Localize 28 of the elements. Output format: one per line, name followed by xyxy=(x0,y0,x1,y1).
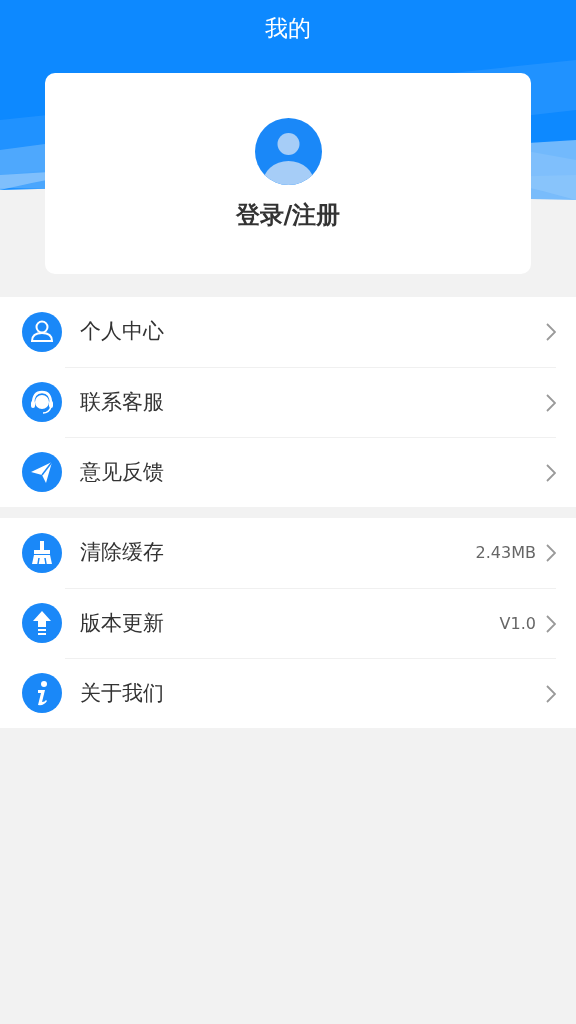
headset-icon xyxy=(22,382,62,422)
menu-value: 2.43MB xyxy=(475,542,536,564)
login-register-link[interactable]: 登录/注册 xyxy=(235,199,341,231)
menu-item[interactable]: 关于我们 xyxy=(0,658,576,728)
menu-label: 关于我们 xyxy=(80,679,165,707)
person-icon xyxy=(22,312,62,352)
menu-label: 清除缓存 xyxy=(80,539,165,567)
broom-icon xyxy=(22,533,62,573)
menu-value: V1.0 xyxy=(499,612,536,635)
menu-label: 联系客服 xyxy=(80,388,165,416)
chevron-right-icon xyxy=(546,323,556,341)
paper-plane-icon xyxy=(22,452,62,492)
menu-item[interactable]: 意见反馈 xyxy=(0,437,576,507)
info-icon xyxy=(22,673,62,713)
chevron-right-icon xyxy=(546,544,556,562)
menu-item[interactable]: 个人中心 xyxy=(0,297,576,367)
page-title: 我的 xyxy=(265,14,311,43)
menu-label: 个人中心 xyxy=(80,318,165,346)
avatar-icon xyxy=(254,118,322,185)
menu-label: 版本更新 xyxy=(80,609,165,637)
menu-item[interactable]: 联系客服 xyxy=(0,367,576,437)
chevron-right-icon xyxy=(546,463,556,482)
menu-label: 意见反馈 xyxy=(80,458,165,486)
chevron-right-icon xyxy=(546,614,556,633)
menu-item[interactable]: 清除缓存 2.43MB xyxy=(0,518,576,588)
menu-item[interactable]: 版本更新 V1.0 xyxy=(0,588,576,658)
chevron-right-icon xyxy=(546,684,556,703)
chevron-right-icon xyxy=(546,393,556,412)
